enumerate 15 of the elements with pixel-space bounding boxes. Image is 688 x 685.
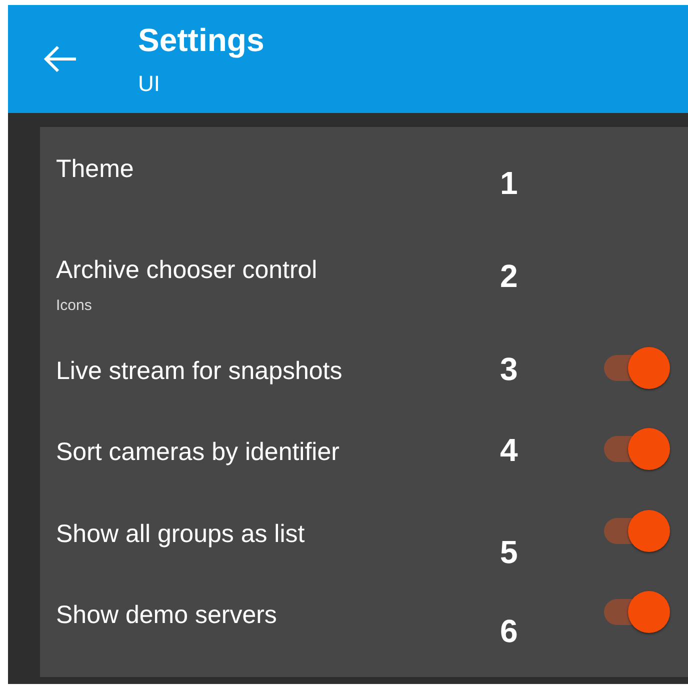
callout-number: 5 (500, 534, 518, 571)
setting-label: Live stream for snapshots (56, 356, 344, 386)
callout-number: 6 (500, 613, 518, 650)
screen-subtitle: UI (138, 70, 161, 96)
callout-number: 4 (500, 432, 518, 470)
callout-number: 3 (500, 350, 518, 388)
setting-label: Show all groups as list (56, 520, 306, 549)
setting-label: Archive chooser control (56, 256, 318, 285)
setting-label: Theme (56, 155, 135, 184)
setting-summary: Icons (56, 296, 93, 314)
setting-label: Show demo servers (56, 601, 278, 630)
setting-label: Sort cameras by identifier (56, 438, 340, 468)
callout-number: 2 (500, 258, 518, 295)
screen-title: Settings (138, 22, 264, 58)
callout-number: 1 (500, 165, 518, 202)
